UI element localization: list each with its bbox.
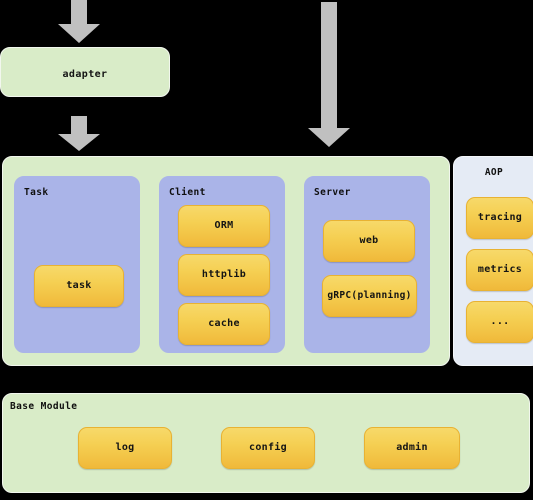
node-task-label: task [66,280,92,291]
node-httplib-label: httplib [201,269,247,280]
node-metrics-label: metrics [477,264,523,275]
node-admin[interactable]: admin [364,427,460,469]
node-ellipsis[interactable]: ... [466,301,533,343]
node-cache-label: cache [208,318,240,329]
adapter-label: adapter [62,69,108,80]
node-web[interactable]: web [323,220,415,262]
base-module-container: Base Module log config admin [2,393,530,493]
node-tracing[interactable]: tracing [466,197,533,239]
node-ellipsis-label: ... [490,316,510,327]
base-module-title: Base Module [10,401,78,412]
group-server-title: Server [314,187,351,198]
node-config-label: config [249,442,287,453]
arrow-down-long-into-main [306,2,352,148]
group-server: Server web gRPC(planning) [304,176,430,353]
arrow-down-into-adapter [56,0,102,44]
node-log-label: log [115,442,135,453]
node-admin-label: admin [396,442,428,453]
aop-title: AOP [484,167,504,178]
main-container: Task task Client ORM httplib cache Serve… [2,156,450,366]
node-cache[interactable]: cache [178,303,270,345]
aop-container: AOP tracing metrics ... [453,156,533,366]
node-task[interactable]: task [34,265,124,307]
node-orm[interactable]: ORM [178,205,270,247]
group-task-title: Task [24,187,49,198]
node-tracing-label: tracing [477,212,523,223]
architecture-diagram: adapter Task task Client ORM httplib cac… [0,0,533,500]
node-grpc-label: gRPC(planning) [327,290,412,302]
node-config[interactable]: config [221,427,315,469]
arrow-down-adapter-to-main [56,116,102,152]
node-grpc[interactable]: gRPC(planning) [322,275,417,317]
node-metrics[interactable]: metrics [466,249,533,291]
node-log[interactable]: log [78,427,172,469]
node-web-label: web [359,235,379,246]
group-task: Task task [14,176,140,353]
group-client-title: Client [169,187,206,198]
group-client: Client ORM httplib cache [159,176,285,353]
node-orm-label: ORM [214,220,234,231]
adapter-panel: adapter [0,47,170,97]
node-httplib[interactable]: httplib [178,254,270,296]
